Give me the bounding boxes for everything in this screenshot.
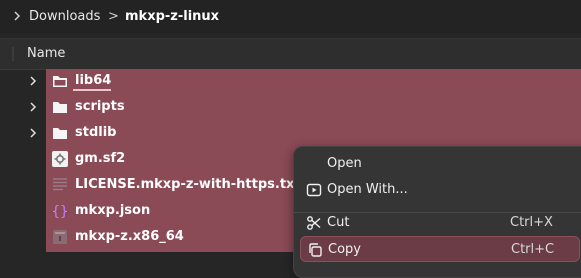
file-row-scripts[interactable]: scripts [0,94,581,120]
menu-item-shortcut: Ctrl+C [511,242,555,257]
file-name: LICENSE.mkxp-z-with-https.txt [75,177,301,192]
file-name: stdlib [75,125,117,140]
menu-item-copy[interactable]: Copy Ctrl+C [300,236,580,262]
gear-file-icon [52,151,68,167]
menu-item-label: Open [327,156,362,171]
svg-text:{}: {} [52,204,69,220]
file-row-stdlib[interactable]: stdlib [0,120,581,146]
column-header-name[interactable]: Name [27,46,65,61]
column-header-row: Name [0,38,581,70]
executable-file-icon [53,230,67,244]
file-name: scripts [75,99,125,114]
menu-item-cut[interactable]: Cut Ctrl+X [300,210,580,236]
chevron-right-icon[interactable] [10,9,24,23]
copy-icon [309,243,322,257]
expand-chevron-icon[interactable] [26,126,40,140]
path-bar: Downloads > mkxp-z-linux [0,0,581,34]
menu-item-open[interactable]: Open [300,151,580,177]
file-name: gm.sf2 [75,151,126,166]
file-row-lib64[interactable]: lib64 [0,68,581,94]
breadcrumb-downloads[interactable]: Downloads [29,9,100,25]
expand-chevron-icon[interactable] [26,100,40,114]
folder-icon [53,128,67,139]
menu-item-label: Open With... [327,182,408,197]
focus-underline [73,89,111,91]
context-menu: Open Open With... Cut Ctrl+X Copy Ctrl+C [293,146,581,278]
breadcrumb-separator: > [108,9,119,24]
column-grip-icon [12,47,14,61]
json-braces-icon: {} [52,204,69,220]
file-name: mkxp-z.x86_64 [75,229,184,244]
folder-icon [53,102,67,113]
open-with-icon [306,183,322,197]
menu-item-shortcut: Ctrl+X [510,215,553,230]
menu-item-label: Cut [327,215,350,230]
menu-item-open-with[interactable]: Open With... [300,177,580,203]
scissors-icon [307,216,321,230]
file-name: mkxp.json [75,203,151,218]
text-file-icon [53,178,67,191]
folder-icon [53,76,67,87]
file-name: lib64 [75,73,112,88]
breadcrumb-current-folder[interactable]: mkxp-z-linux [125,9,219,25]
expand-chevron-icon[interactable] [26,74,40,88]
menu-item-label: Copy [328,242,361,257]
